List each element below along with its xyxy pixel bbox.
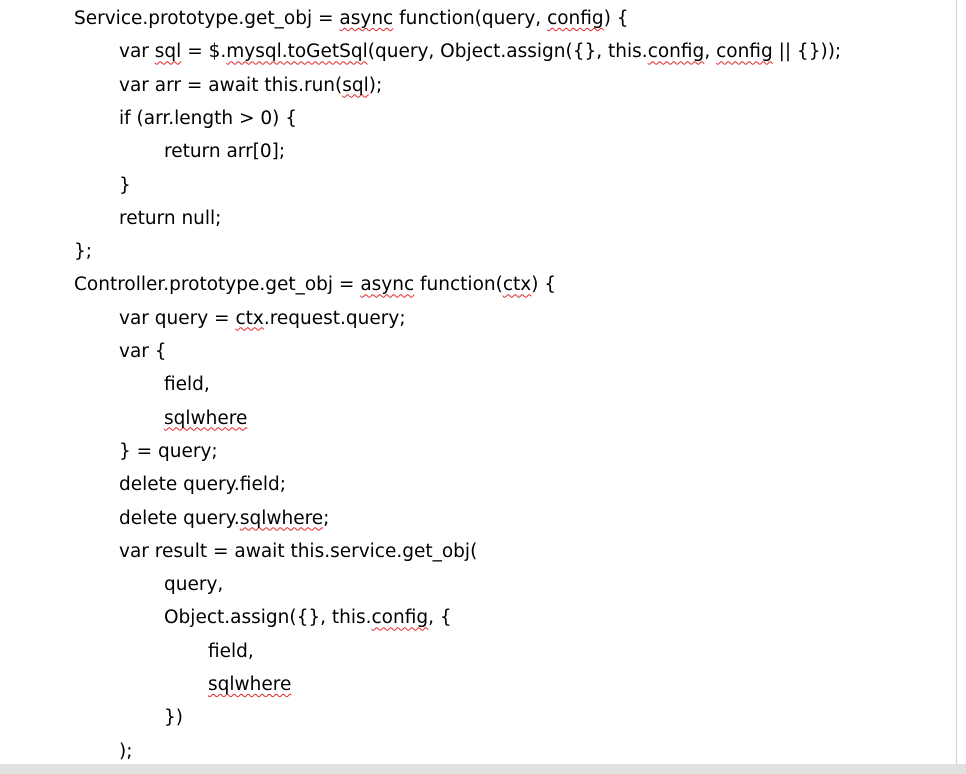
spellcheck-flagged-word: sql [342, 74, 369, 96]
spellcheck-flagged-word: ctx [502, 274, 532, 296]
code-line[interactable]: }; [0, 237, 92, 267]
code-line[interactable]: } = query; [0, 437, 218, 467]
code-text: return arr[0]; [164, 141, 286, 163]
code-text: Controller.prototype.get_obj = [74, 274, 361, 296]
spellcheck-flagged-word: config [716, 41, 773, 63]
code-text: , [704, 41, 717, 63]
code-text: field, [208, 640, 254, 662]
code-line[interactable]: Service.prototype.get_obj = async functi… [0, 4, 629, 34]
spellcheck-flagged-word: config [371, 607, 429, 629]
code-line[interactable]: } [0, 171, 131, 201]
spellcheck-flagged-word: ctx [235, 307, 264, 329]
code-line[interactable]: sqlwhere [0, 670, 291, 700]
spellcheck-flagged-word: sqlwhere [239, 507, 324, 529]
code-line[interactable]: if (arr.length > 0) { [0, 104, 297, 134]
code-text: var result = await this.service.get_obj( [119, 540, 478, 562]
code-text: ); [119, 740, 133, 762]
code-line[interactable]: field, [0, 370, 210, 400]
code-text: ; [323, 507, 330, 529]
spellcheck-flagged-word: mysql.toGetSql [226, 41, 368, 63]
code-text: ); [368, 74, 383, 96]
code-text: query, [164, 574, 224, 596]
code-text: ) { [603, 8, 629, 29]
code-line[interactable]: Controller.prototype.get_obj = async fun… [0, 270, 556, 300]
code-line[interactable]: }) [0, 703, 183, 733]
code-text: function( [414, 274, 503, 296]
spellcheck-flagged-word: sql [154, 41, 182, 63]
code-line[interactable]: var { [0, 337, 167, 367]
code-text: (query, Object.assign({}, this. [367, 41, 648, 63]
code-text: var arr = await this.run( [119, 74, 343, 96]
code-text: } = query; [119, 440, 218, 462]
code-text: if (arr.length > 0) { [119, 107, 298, 129]
code-text: } [119, 174, 131, 196]
code-line[interactable]: return arr[0]; [0, 137, 285, 167]
code-line[interactable]: return null; [0, 204, 221, 234]
code-text: }) [164, 707, 183, 729]
code-line[interactable]: field, [0, 637, 254, 667]
code-line[interactable]: var query = ctx.request.query; [0, 304, 406, 334]
code-line[interactable]: Object.assign({}, this.config, { [0, 603, 452, 633]
code-text: }; [74, 241, 93, 263]
code-line[interactable]: var sql = $.mysql.toGetSql(query, Object… [0, 37, 841, 67]
code-text: var { [119, 341, 167, 362]
document-page[interactable]: Service.prototype.get_obj = async functi… [0, 0, 966, 764]
code-text: var query = [119, 307, 236, 329]
code-text: = $. [181, 41, 227, 63]
code-text: function(query, [393, 8, 548, 29]
horizontal-scrollbar-track[interactable] [0, 764, 966, 774]
code-text: , { [428, 607, 452, 629]
spellcheck-flagged-word: sqlwhere [164, 407, 248, 429]
code-text: ) { [531, 274, 557, 296]
code-text: var [119, 41, 155, 63]
code-line[interactable]: var result = await this.service.get_obj( [0, 537, 477, 567]
code-line[interactable]: var arr = await this.run(sql); [0, 71, 382, 101]
spellcheck-flagged-word: async [360, 274, 415, 296]
code-text: return null; [119, 207, 222, 229]
code-text: delete query.field; [119, 474, 286, 496]
page-edge-divider [956, 0, 957, 764]
code-text: || {})); [772, 41, 842, 63]
code-text: delete query. [119, 507, 240, 529]
code-line[interactable]: ); [0, 737, 132, 764]
code-text: Object.assign({}, this. [164, 607, 372, 629]
spellcheck-flagged-word: async [339, 8, 394, 29]
code-line[interactable]: delete query.field; [0, 470, 286, 500]
code-text: Service.prototype.get_obj = [74, 8, 340, 29]
code-text: field, [164, 374, 210, 396]
code-text: .request.query; [263, 307, 406, 329]
code-line[interactable]: query, [0, 570, 223, 600]
spellcheck-flagged-word: config [547, 8, 604, 29]
code-line[interactable]: delete query.sqlwhere; [0, 504, 329, 534]
code-line[interactable]: sqlwhere [0, 404, 247, 434]
spellcheck-flagged-word: sqlwhere [208, 674, 292, 695]
spellcheck-flagged-word: config [647, 41, 705, 63]
